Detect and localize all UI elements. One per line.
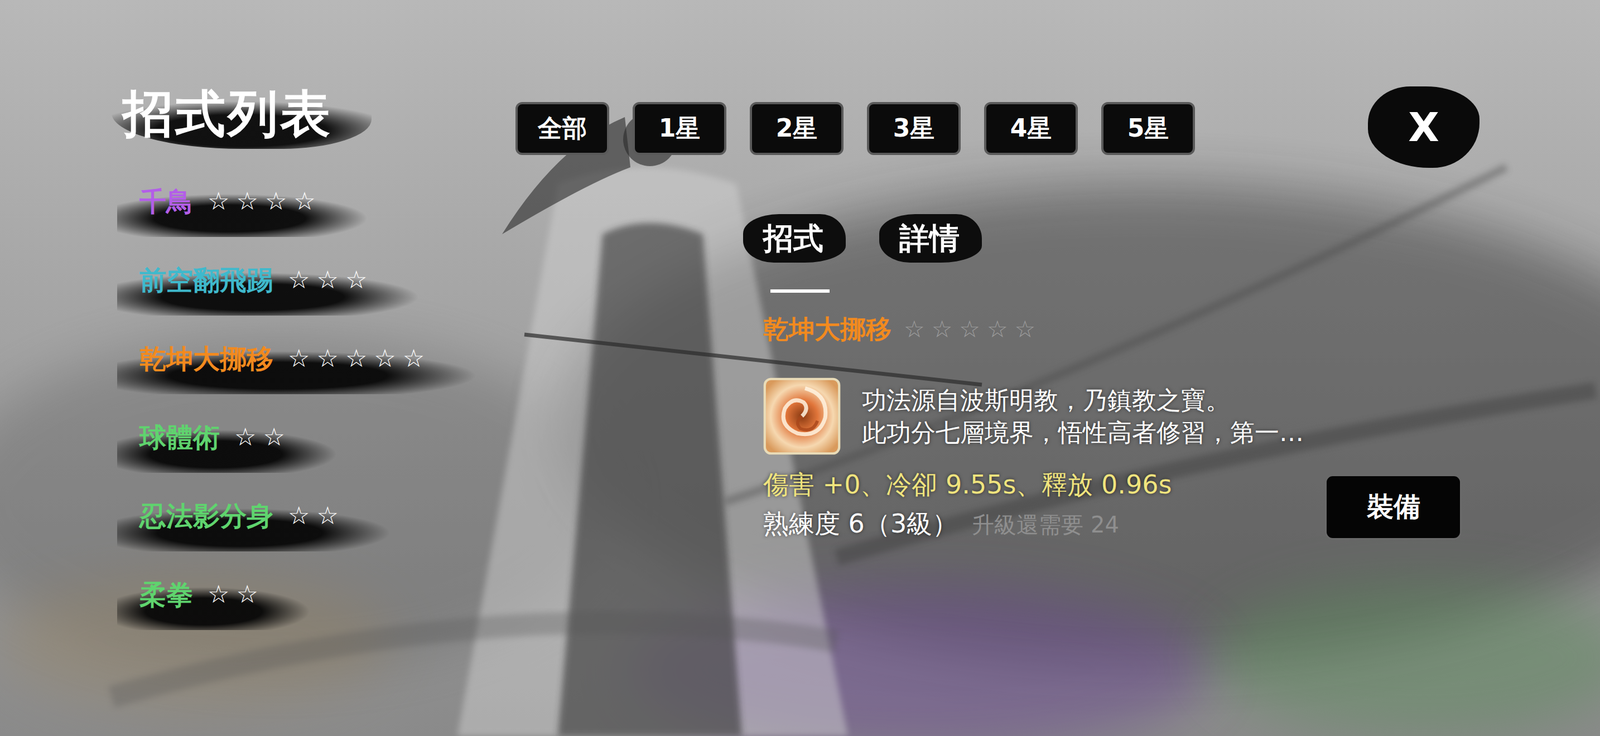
star-rating: ☆☆☆☆☆ bbox=[903, 315, 1043, 344]
skill-title: 乾坤大挪移 bbox=[763, 314, 892, 345]
star-filter-button[interactable]: 5星 bbox=[1101, 102, 1195, 156]
tab-underline bbox=[906, 289, 966, 293]
skill-detail-panel: 招式 詳情 乾坤大挪移 ☆☆☆☆☆ 功法源自波斯明教，乃鎮教之寶。此功分七層境界… bbox=[763, 179, 1467, 652]
skill-stats: 傷害 +0、冷卻 9.55s、釋放 0.96s bbox=[763, 468, 1325, 501]
skill-description: 功法源自波斯明教，乃鎮教之寶。此功分七層境界，悟性高者修習，第一… bbox=[861, 377, 1304, 450]
star-rating: ☆☆ bbox=[287, 501, 346, 532]
skill-list-item[interactable]: 前空翻飛踢 ☆☆☆ bbox=[117, 257, 764, 337]
skill-name: 球體術 bbox=[139, 421, 220, 455]
page-title: 招式列表 bbox=[111, 83, 372, 149]
star-rating: ☆☆ bbox=[234, 422, 292, 453]
star-rating: ☆☆☆☆☆ bbox=[287, 344, 432, 374]
close-button[interactable]: X bbox=[1367, 86, 1480, 168]
star-filter-button[interactable]: 全部 bbox=[515, 102, 610, 156]
skill-name: 柔拳 bbox=[139, 579, 194, 612]
skill-name: 忍法影分身 bbox=[139, 500, 274, 533]
star-rating: ☆☆☆☆ bbox=[207, 186, 323, 217]
skill-list: 千鳥 ☆☆☆☆前空翻飛踢 ☆☆☆乾坤大挪移 ☆☆☆☆☆球體術 ☆☆忍法影分身 ☆… bbox=[117, 179, 764, 652]
skill-list-item[interactable]: 乾坤大挪移 ☆☆☆☆☆ bbox=[117, 336, 764, 416]
tab-underline bbox=[770, 289, 830, 293]
star-rating: ☆☆☆ bbox=[287, 265, 374, 296]
header: 招式列表 全部 1星 2星 3星 4星 5星 X bbox=[0, 0, 1600, 168]
swirl-skill-icon bbox=[763, 377, 841, 456]
skill-list-item[interactable]: 千鳥 ☆☆☆☆ bbox=[117, 179, 764, 258]
detail-tab[interactable]: 招式 bbox=[743, 214, 846, 293]
star-filter-button[interactable]: 3星 bbox=[866, 102, 961, 156]
star-filter-bar: 全部 1星 2星 3星 4星 5星 bbox=[515, 102, 1195, 156]
skill-list-screen: 招式列表 全部1星2星3星4星5星 X 千鳥 ☆☆☆☆前空翻飛踢 ☆☆☆乾坤大挪… bbox=[0, 0, 1600, 736]
star-rating: ☆☆ bbox=[207, 580, 265, 610]
equip-button[interactable]: 裝備 bbox=[1324, 474, 1462, 541]
skill-name: 千鳥 bbox=[139, 185, 194, 219]
skill-list-item[interactable]: 忍法影分身 ☆☆ bbox=[117, 493, 764, 573]
detail-tab[interactable]: 詳情 bbox=[879, 214, 982, 293]
star-filter-button[interactable]: 2星 bbox=[749, 102, 844, 156]
star-filter-button[interactable]: 4星 bbox=[984, 102, 1078, 156]
star-filter-button[interactable]: 1星 bbox=[632, 102, 727, 156]
proficiency: 熟練度 6（3級） 升級還需要 24 bbox=[763, 507, 1325, 547]
detail-tabs: 招式 詳情 bbox=[743, 214, 1467, 293]
upgrade-hint: 升級還需要 24 bbox=[971, 512, 1120, 538]
skill-name: 前空翻飛踢 bbox=[139, 264, 274, 297]
skill-list-item[interactable]: 柔拳 ☆☆ bbox=[117, 572, 764, 652]
skill-name: 乾坤大挪移 bbox=[139, 343, 274, 376]
skill-list-item[interactable]: 球體術 ☆☆ bbox=[117, 415, 764, 494]
